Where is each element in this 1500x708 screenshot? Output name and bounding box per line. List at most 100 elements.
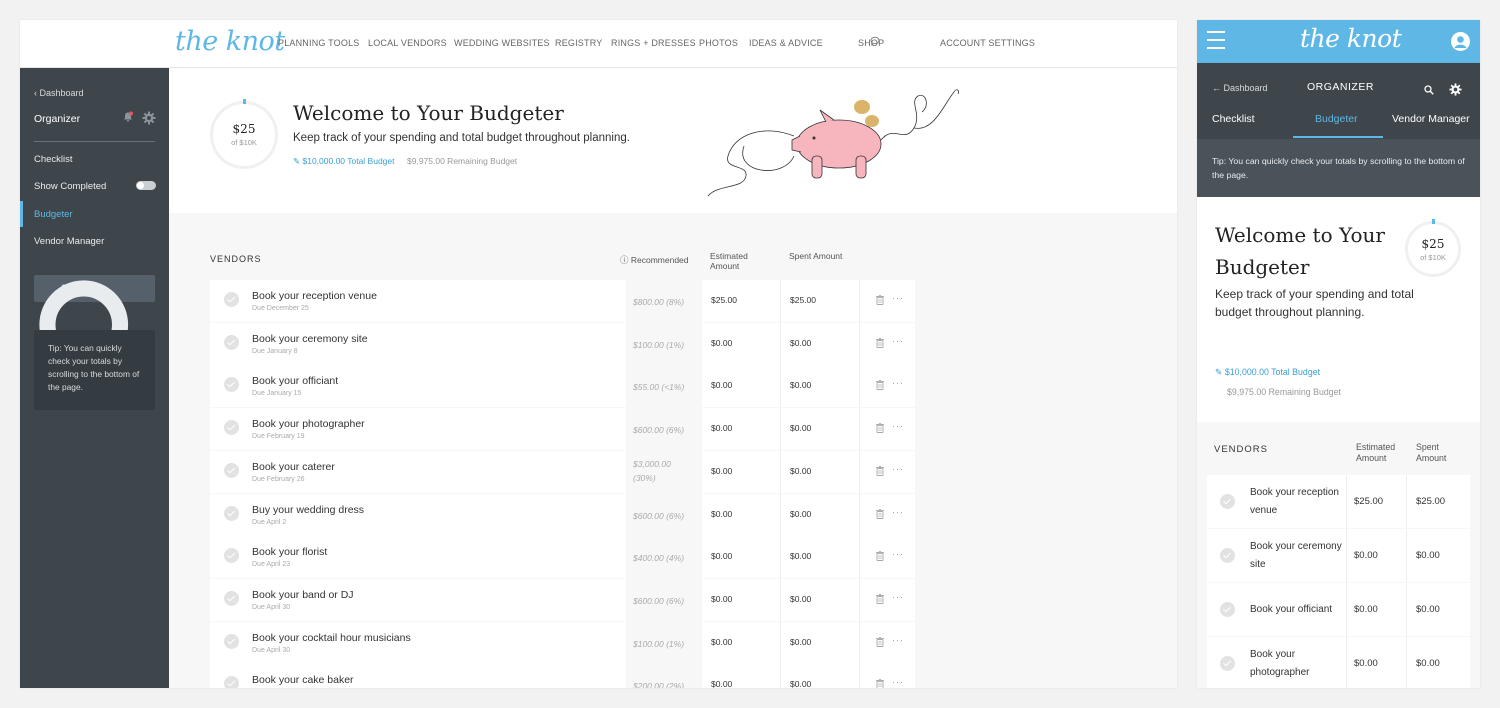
nav-planning-tools[interactable]: PLANNING TOOLS bbox=[278, 38, 360, 48]
nav-account-settings[interactable]: ACCOUNT SETTINGS bbox=[940, 38, 1035, 48]
trash-icon[interactable] bbox=[876, 380, 884, 391]
spent-amount[interactable]: $0.00 bbox=[782, 450, 860, 493]
complete-check-icon[interactable] bbox=[224, 505, 239, 521]
mobile-complete-check-icon[interactable] bbox=[1220, 602, 1235, 617]
nav-registry[interactable]: REGISTRY bbox=[555, 38, 602, 48]
mobile-complete-check-icon[interactable] bbox=[1220, 548, 1235, 563]
spent-amount[interactable]: $0.00 bbox=[782, 536, 860, 579]
estimated-amount[interactable]: $0.00 bbox=[703, 408, 781, 451]
table-row[interactable]: Book your photographer Due February 19 $60… bbox=[210, 408, 915, 451]
vendor-task-name[interactable]: Book your band or DJ bbox=[252, 589, 354, 601]
complete-check-icon[interactable] bbox=[224, 633, 239, 649]
vendor-task-name[interactable]: Book your ceremony site bbox=[252, 333, 368, 345]
more-options-icon[interactable]: ··· bbox=[892, 336, 904, 346]
site-logo[interactable]: the knot bbox=[175, 26, 285, 57]
tab-budgeter[interactable]: Budgeter bbox=[1315, 113, 1358, 125]
mobile-vendor-task-name[interactable]: Book your photographer bbox=[1250, 637, 1346, 688]
complete-check-icon[interactable] bbox=[224, 590, 239, 606]
table-row[interactable]: Book your ceremony site Due January 8 $100… bbox=[210, 322, 915, 365]
more-options-icon[interactable]: ··· bbox=[892, 635, 904, 645]
trash-icon[interactable] bbox=[876, 593, 884, 604]
nav-local-vendors[interactable]: LOCAL VENDORS bbox=[368, 38, 447, 48]
complete-check-icon[interactable] bbox=[224, 548, 239, 564]
hamburger-menu-icon[interactable] bbox=[1207, 31, 1225, 51]
estimated-amount[interactable]: $0.00 bbox=[703, 664, 781, 688]
estimated-amount[interactable]: $0.00 bbox=[703, 322, 781, 365]
vendor-task-name[interactable]: Book your reception venue bbox=[252, 290, 377, 302]
more-options-icon[interactable]: ··· bbox=[892, 293, 904, 303]
back-to-dashboard[interactable]: ‹ Dashboard bbox=[34, 88, 84, 98]
trash-icon[interactable] bbox=[876, 465, 884, 476]
estimated-amount[interactable]: $0.00 bbox=[703, 493, 781, 536]
mobile-table-row[interactable]: Book your reception venue $25.00 $25.00 bbox=[1207, 475, 1470, 528]
mobile-estimated-amount[interactable]: $0.00 bbox=[1346, 583, 1407, 636]
sidebar-item-vendor-manager[interactable]: Vendor Manager bbox=[34, 236, 104, 247]
trash-icon[interactable] bbox=[876, 423, 884, 434]
mobile-complete-check-icon[interactable] bbox=[1220, 656, 1235, 671]
vendor-task-name[interactable]: Book your photographer bbox=[252, 418, 365, 430]
bell-icon[interactable] bbox=[122, 111, 134, 123]
mobile-total-budget-link[interactable]: ✎ $10,000.00 Total Budget bbox=[1215, 367, 1320, 378]
sidebar-item-budgeter[interactable]: Budgeter bbox=[34, 209, 73, 220]
show-completed-toggle[interactable] bbox=[136, 181, 156, 190]
table-row[interactable]: Buy your wedding dress Due April 2 $600.00… bbox=[210, 493, 915, 536]
more-options-icon[interactable]: ··· bbox=[892, 677, 904, 687]
mobile-site-logo[interactable]: the knot bbox=[1300, 24, 1402, 53]
table-row[interactable]: Book your caterer Due February 26 $3,000.0… bbox=[210, 450, 915, 493]
mobile-vendor-task-name[interactable]: Book your officiant bbox=[1250, 583, 1346, 636]
nav-rings-dresses[interactable]: RINGS + DRESSES bbox=[611, 38, 696, 48]
spent-amount[interactable]: $0.00 bbox=[782, 322, 860, 365]
spent-amount[interactable]: $25.00 bbox=[782, 280, 860, 322]
vendor-task-name[interactable]: Book your officiant bbox=[252, 375, 338, 387]
total-budget-link[interactable]: ✎ $10,000.00 Total Budget bbox=[293, 156, 395, 167]
trash-icon[interactable] bbox=[876, 508, 884, 519]
mobile-estimated-amount[interactable]: $0.00 bbox=[1346, 637, 1407, 688]
estimated-amount[interactable]: $0.00 bbox=[703, 365, 781, 408]
trash-icon[interactable] bbox=[876, 551, 884, 562]
estimated-amount[interactable]: $0.00 bbox=[703, 536, 781, 579]
avatar-icon[interactable] bbox=[1451, 32, 1470, 51]
more-options-icon[interactable]: ··· bbox=[892, 592, 904, 602]
more-options-icon[interactable]: ··· bbox=[892, 549, 904, 559]
spent-amount[interactable]: $0.00 bbox=[782, 493, 860, 536]
complete-check-icon[interactable] bbox=[224, 334, 239, 350]
estimated-amount[interactable]: $0.00 bbox=[703, 578, 781, 621]
complete-check-icon[interactable] bbox=[224, 292, 239, 307]
table-row[interactable]: Book your officiant Due January 15 $55.00 … bbox=[210, 365, 915, 408]
recommended-header[interactable]: ⓘ Recommended bbox=[620, 254, 689, 266]
trash-icon[interactable] bbox=[876, 679, 884, 688]
spent-amount[interactable]: $0.00 bbox=[782, 578, 860, 621]
vendor-task-name[interactable]: Book your florist bbox=[252, 546, 327, 558]
table-row[interactable]: Book your florist Due April 23 $400.00 (4%… bbox=[210, 536, 915, 579]
tab-checklist[interactable]: Checklist bbox=[1212, 113, 1255, 125]
sidebar-search[interactable]: Search bbox=[34, 275, 155, 393]
vendor-task-name[interactable]: Book your caterer bbox=[252, 461, 335, 473]
mobile-estimated-amount[interactable]: $0.00 bbox=[1346, 529, 1407, 582]
nav-photos[interactable]: PHOTOS bbox=[699, 38, 738, 48]
mobile-spent-amount[interactable]: $25.00 bbox=[1408, 475, 1470, 528]
trash-icon[interactable] bbox=[876, 337, 884, 348]
mobile-vendor-task-name[interactable]: Book your reception venue bbox=[1250, 475, 1346, 528]
complete-check-icon[interactable] bbox=[224, 377, 239, 393]
mobile-table-row[interactable]: Book your officiant $0.00 $0.00 bbox=[1207, 583, 1470, 636]
spent-amount[interactable]: $0.00 bbox=[782, 408, 860, 451]
trash-icon[interactable] bbox=[876, 636, 884, 647]
mobile-spent-amount[interactable]: $0.00 bbox=[1408, 583, 1470, 636]
vendor-task-name[interactable]: Book your cake baker bbox=[252, 674, 354, 686]
more-options-icon[interactable]: ··· bbox=[892, 507, 904, 517]
more-options-icon[interactable]: ··· bbox=[892, 464, 904, 474]
more-options-icon[interactable]: ··· bbox=[892, 421, 904, 431]
estimated-amount[interactable]: $0.00 bbox=[703, 621, 781, 664]
table-row[interactable]: Book your reception venue Due December 25… bbox=[210, 280, 915, 322]
mobile-spent-amount[interactable]: $0.00 bbox=[1408, 529, 1470, 582]
table-row[interactable]: Book your band or DJ Due April 30 $600.00 … bbox=[210, 578, 915, 621]
spent-amount[interactable]: $0.00 bbox=[782, 664, 860, 688]
sidebar-item-checklist[interactable]: Checklist bbox=[34, 154, 73, 165]
nav-wedding-websites[interactable]: WEDDING WEBSITES bbox=[454, 38, 550, 48]
table-row[interactable]: Book your cake baker $200.00 (2%) $0.00 $0.… bbox=[210, 664, 915, 688]
table-row[interactable]: Book your cocktail hour musicians Due Apr… bbox=[210, 621, 915, 664]
mobile-estimated-amount[interactable]: $25.00 bbox=[1346, 475, 1407, 528]
complete-check-icon[interactable] bbox=[224, 676, 239, 688]
complete-check-icon[interactable] bbox=[224, 462, 239, 478]
mobile-back-to-dashboard[interactable]: ← Dashboard bbox=[1212, 83, 1268, 93]
